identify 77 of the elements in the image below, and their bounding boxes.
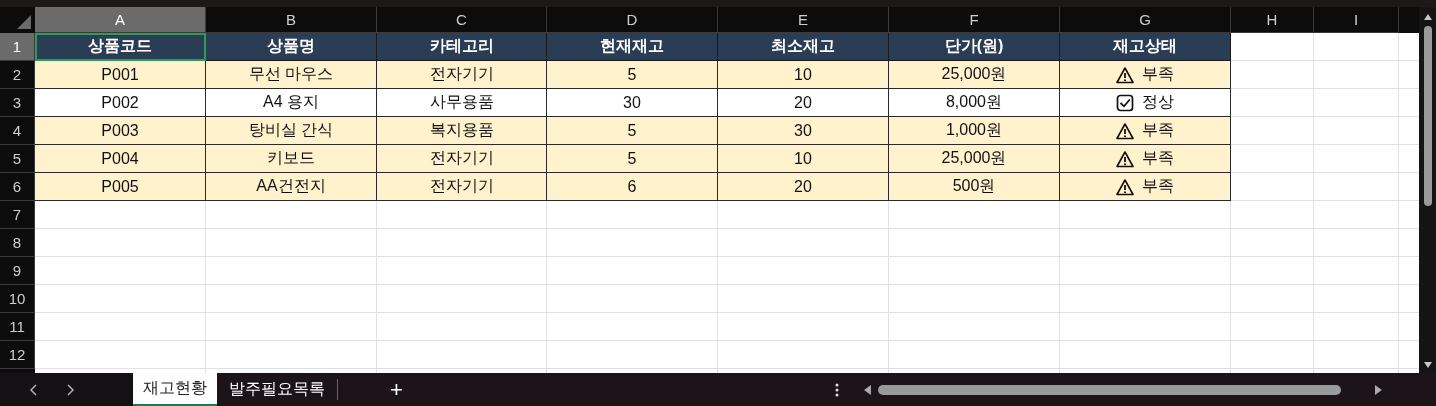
table-cell: AA건전지 [206, 173, 377, 201]
status-text: 정상 [1142, 92, 1174, 112]
table-cell: 20 [718, 173, 889, 201]
row-header[interactable]: 2 [0, 61, 35, 89]
table-cell: P001 [35, 61, 206, 89]
table-cell: 5 [547, 61, 718, 89]
table-header-cell: 최소재고 [718, 33, 889, 61]
status-text: 부족 [1142, 148, 1174, 168]
table-cell: 10 [718, 145, 889, 173]
row-header[interactable]: 11 [0, 313, 35, 341]
next-sheet-icon[interactable] [67, 383, 74, 396]
status-text: 부족 [1142, 176, 1174, 196]
row-header[interactable]: 10 [0, 285, 35, 313]
table-cell: 5 [547, 117, 718, 145]
more-options-icon[interactable] [835, 382, 839, 397]
previous-sheet-icon[interactable] [30, 383, 37, 396]
table-cell: P002 [35, 89, 206, 117]
column-header[interactable]: A [35, 7, 206, 33]
table-cell: 탕비실 간식 [206, 117, 377, 145]
row-header[interactable]: 5 [0, 145, 35, 173]
table-cell: 5 [547, 145, 718, 173]
row-header[interactable]: 12 [0, 341, 35, 369]
add-sheet-button[interactable]: + [386, 373, 407, 406]
scroll-thumb[interactable] [877, 384, 1342, 395]
table-cell: 전자기기 [377, 145, 547, 173]
scroll-left-icon[interactable] [863, 383, 872, 396]
table-cell: 30 [547, 89, 718, 117]
row-header[interactable]: 3 [0, 89, 35, 117]
table-cell: P003 [35, 117, 206, 145]
table-cell: 사무용품 [377, 89, 547, 117]
table-header-cell: 카테고리 [377, 33, 547, 61]
column-header[interactable]: E [718, 7, 889, 33]
table-cell: 전자기기 [377, 173, 547, 201]
table-header-cell: 상품명 [206, 33, 377, 61]
row-header[interactable]: 9 [0, 257, 35, 285]
table-cell: 25,000원 [889, 61, 1060, 89]
table-cell: P004 [35, 145, 206, 173]
row-header[interactable]: 4 [0, 117, 35, 145]
column-header[interactable]: F [889, 7, 1060, 33]
table-cell: 25,000원 [889, 145, 1060, 173]
table-cell: A4 용지 [206, 89, 377, 117]
column-header[interactable]: C [377, 7, 547, 33]
column-header[interactable]: G [1060, 7, 1231, 33]
table-cell: 전자기기 [377, 61, 547, 89]
scroll-thumb[interactable] [1423, 26, 1432, 206]
table-header-cell: 상품코드 [35, 33, 206, 61]
sheet-tab[interactable]: 발주필요목록 [217, 379, 338, 400]
status-text: 부족 [1142, 64, 1174, 84]
column-header[interactable]: D [547, 7, 718, 33]
table-cell: 500원 [889, 173, 1060, 201]
sheet-tab[interactable]: 재고현황 [133, 373, 217, 406]
table-cell: P005 [35, 173, 206, 201]
status-text: 부족 [1142, 120, 1174, 140]
row-header[interactable]: 8 [0, 229, 35, 257]
table-cell: 8,000원 [889, 89, 1060, 117]
row-header[interactable]: 6 [0, 173, 35, 201]
column-header[interactable]: I [1314, 7, 1399, 33]
scroll-up-icon[interactable] [1422, 13, 1433, 21]
column-header[interactable]: B [206, 7, 377, 33]
table-cell: 키보드 [206, 145, 377, 173]
table-header-cell: 재고상태 [1060, 33, 1231, 61]
table-cell: 30 [718, 117, 889, 145]
table-cell: 20 [718, 89, 889, 117]
table-header-cell: 현재재고 [547, 33, 718, 61]
select-all-icon[interactable] [16, 14, 32, 30]
scroll-right-icon[interactable] [1374, 383, 1383, 396]
table-cell: 10 [718, 61, 889, 89]
table-cell: 6 [547, 173, 718, 201]
vertical-scrollbar[interactable] [1419, 7, 1436, 373]
scroll-down-icon[interactable] [1422, 361, 1433, 369]
table-cell: 무선 마우스 [206, 61, 377, 89]
column-header[interactable]: H [1231, 7, 1314, 33]
table-header-cell: 단가(원) [889, 33, 1060, 61]
table-cell: 복지용품 [377, 117, 547, 145]
row-header[interactable]: 7 [0, 201, 35, 229]
table-cell: 1,000원 [889, 117, 1060, 145]
row-header[interactable]: 1 [0, 33, 35, 61]
